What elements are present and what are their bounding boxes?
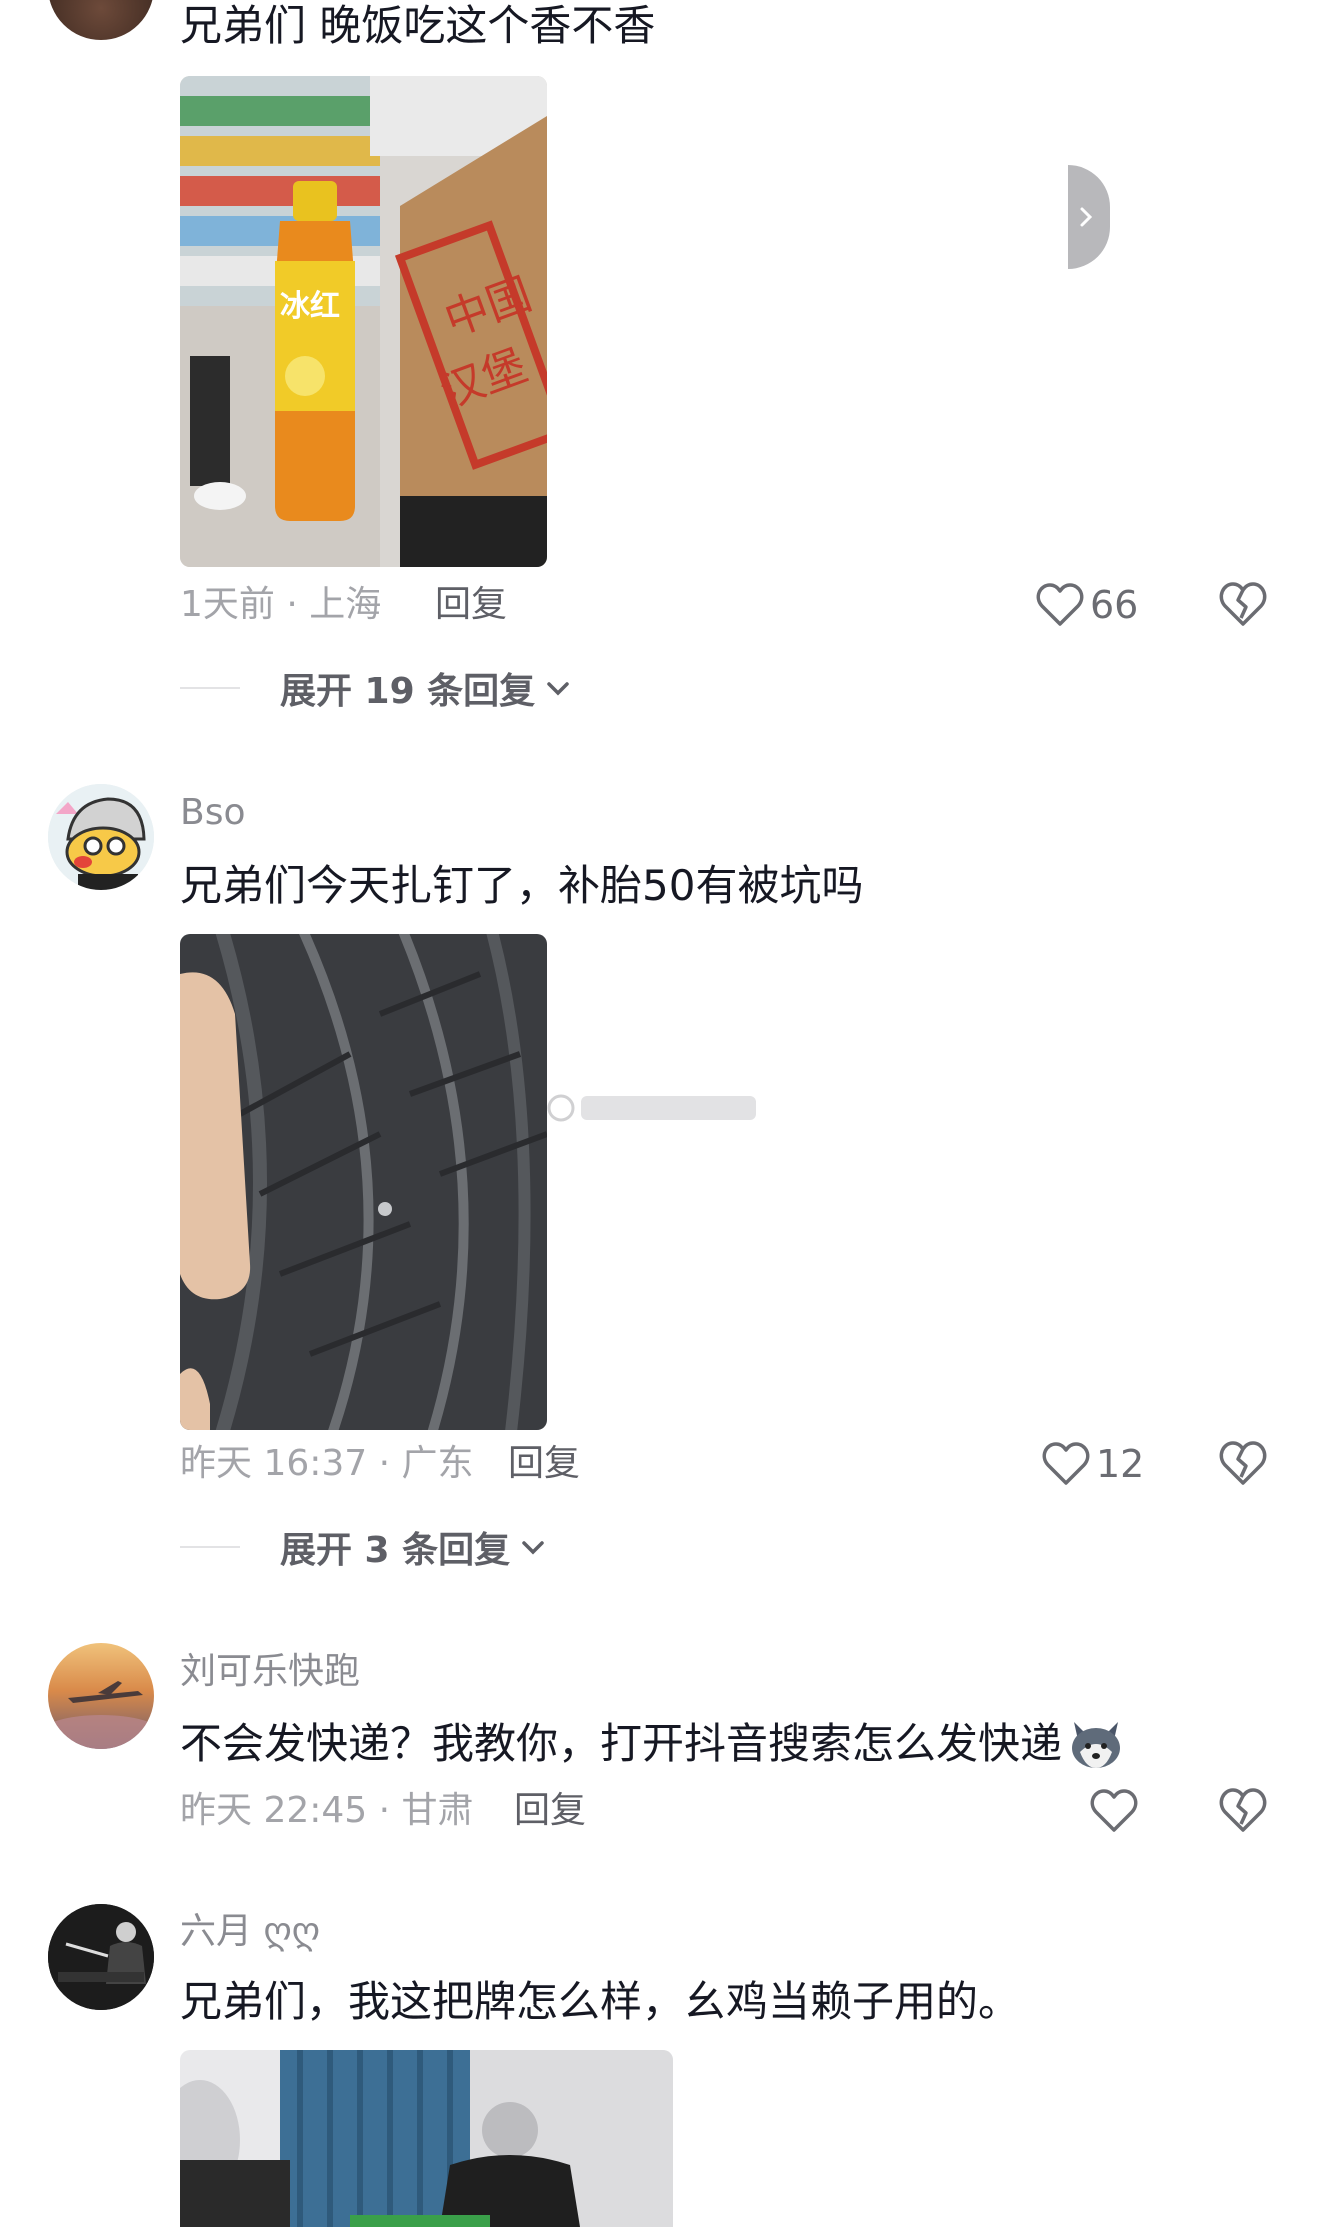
like-button[interactable]: 66 (1036, 582, 1138, 628)
photo-tire-nail-icon (180, 934, 547, 1430)
avatar[interactable] (48, 1904, 154, 2010)
comment-meta: 昨天 22:45 · 甘肃 (180, 1790, 474, 1831)
divider (180, 1546, 240, 1548)
comment-text: 不会发快递？我教你，打开抖音搜索怎么发快递 (180, 1716, 1126, 1772)
chevron-right-icon (1080, 207, 1093, 227)
comment-meta: 1天前 · 上海 (180, 584, 382, 625)
photo-drink-bottle-icon: 中国 汉堡 冰红 (180, 76, 547, 567)
reply-button[interactable]: 回复 (514, 1789, 586, 1833)
expand-replies-button[interactable]: 展开 3 条回复 (180, 1521, 548, 1573)
speaker-avatar-icon (48, 1904, 154, 2010)
side-arrow-button[interactable] (1068, 165, 1110, 269)
heart-icon (1090, 1789, 1138, 1832)
reply-button[interactable]: 回复 (435, 583, 507, 627)
comment-text-body: 不会发快递？我教你，打开抖音搜索怎么发快递 (180, 1719, 1063, 1768)
avatar[interactable] (48, 1643, 154, 1749)
sunset-jet-avatar-icon (48, 1681, 154, 1749)
broken-heart-icon[interactable] (1218, 1439, 1268, 1487)
avatar[interactable] (48, 0, 154, 40)
comment-text: 兄弟们 晚饭吃这个香不香 (180, 1, 656, 50)
comment-meta: 昨天 16:37 · 广东 (180, 1443, 474, 1484)
comment-text: 兄弟们今天扎钉了，补胎50有被坑吗 (180, 861, 864, 910)
like-button[interactable] (1090, 1788, 1144, 1834)
like-count: 12 (1096, 1442, 1145, 1486)
comment-text: 兄弟们，我这把牌怎么样，幺鸡当赖子用的。 (180, 1977, 1021, 2026)
username[interactable]: 刘可乐快跑 (180, 1650, 360, 1694)
like-button[interactable]: 12 (1042, 1441, 1144, 1487)
comment-image[interactable]: 中国 汉堡 冰红 (180, 76, 547, 567)
comment-image[interactable] (180, 2050, 673, 2227)
chevron-down-icon (522, 1541, 544, 1555)
reply-button[interactable]: 回复 (508, 1442, 580, 1486)
heart-icon (1036, 583, 1084, 626)
cartoon-avatar-icon (48, 784, 154, 890)
comment-image[interactable] (180, 934, 547, 1430)
svg-text:冰红: 冰红 (280, 289, 340, 324)
broken-heart-icon[interactable] (1218, 1786, 1268, 1834)
heart-icon (1042, 1442, 1090, 1485)
chevron-down-icon (547, 682, 569, 696)
avatar[interactable] (48, 784, 154, 890)
expand-label: 展开 19 条回复 (280, 671, 536, 712)
username[interactable]: 六月 ღღ (180, 1910, 320, 1954)
divider (180, 687, 240, 689)
expand-replies-button[interactable]: 展开 19 条回复 (180, 662, 573, 714)
expand-label: 展开 3 条回复 (280, 1530, 511, 1571)
husky-emoji-icon (1072, 1722, 1121, 1768)
broken-heart-icon[interactable] (1218, 580, 1268, 628)
watermark (545, 1088, 760, 1128)
photo-mahjong-table-icon (180, 2050, 673, 2227)
like-count: 66 (1090, 583, 1139, 627)
username[interactable]: Bso (180, 791, 245, 835)
